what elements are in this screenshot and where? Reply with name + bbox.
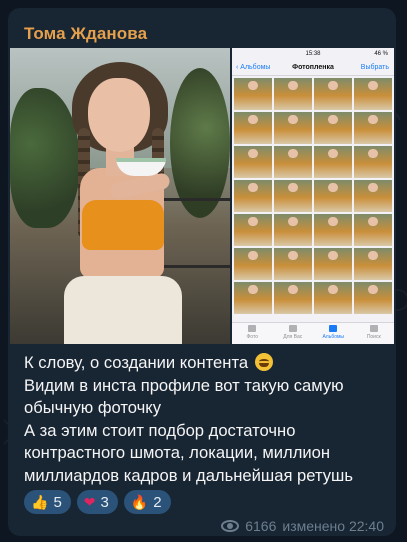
phone-status-time: 15:38 [305,51,321,57]
phone-select-link: Выбрать [360,64,389,71]
edited-timestamp: изменено 22:40 [282,518,384,534]
message-line: А за этим стоит подбор достаточно [24,420,296,440]
reaction-heart[interactable]: ❤ 3 [76,490,118,514]
phone-nav-bar: ‹ Альбомы Фотопленка Выбрать [232,60,394,76]
views-count: 6166 [245,518,277,534]
phone-tab: Для Вас [273,323,314,344]
author-name[interactable]: Тома Жданова [24,24,147,44]
laughing-face-icon [254,353,273,371]
message-line: К слову, о создании контента [24,353,249,372]
reaction-count: 5 [53,493,62,511]
reaction-fire[interactable]: 🔥 2 [123,490,171,514]
photo-phone-screenshot[interactable]: 15:38 46 % ‹ Альбомы Фотопленка Выбрать … [232,48,394,344]
reaction-thumbs-up[interactable]: 👍 5 [24,490,71,514]
message-line: Видим в инста профиле вот такую самую [24,375,344,395]
reaction-count: 3 [100,493,109,511]
heart-icon: ❤ [83,494,96,510]
media-album[interactable]: 15:38 46 % ‹ Альбомы Фотопленка Выбрать … [10,48,394,344]
photo-portrait[interactable] [10,48,230,344]
phone-tab: Поиск [354,323,395,344]
message-bubble[interactable]: Тома Жданова 15:38 46 % ‹ Альбомы Фотопл… [8,8,396,536]
phone-tab: Фото [232,323,273,344]
message-meta: 6166 изменено 22:40 [221,518,384,534]
message-text: К слову, о создании контента Видим в инс… [24,352,384,487]
reactions-bar: 👍 5 ❤ 3 🔥 2 [24,490,171,514]
eye-icon [221,520,240,532]
phone-tab-bar: Фото Для Вас Альбомы Поиск [232,322,394,344]
phone-battery: 46 % [374,51,388,57]
phone-photo-grid [234,78,392,322]
fire-icon: 🔥 [130,494,149,510]
message-line: миллиардов кадров и дальнейшая ретушь [24,465,354,485]
phone-tab: Альбомы [313,323,354,344]
reaction-count: 2 [153,493,162,511]
message-line: обычную фоточку [24,398,162,417]
thumbs-up-icon: 👍 [31,494,49,510]
message-line: контрастного шмота, локации, миллион [24,443,331,462]
